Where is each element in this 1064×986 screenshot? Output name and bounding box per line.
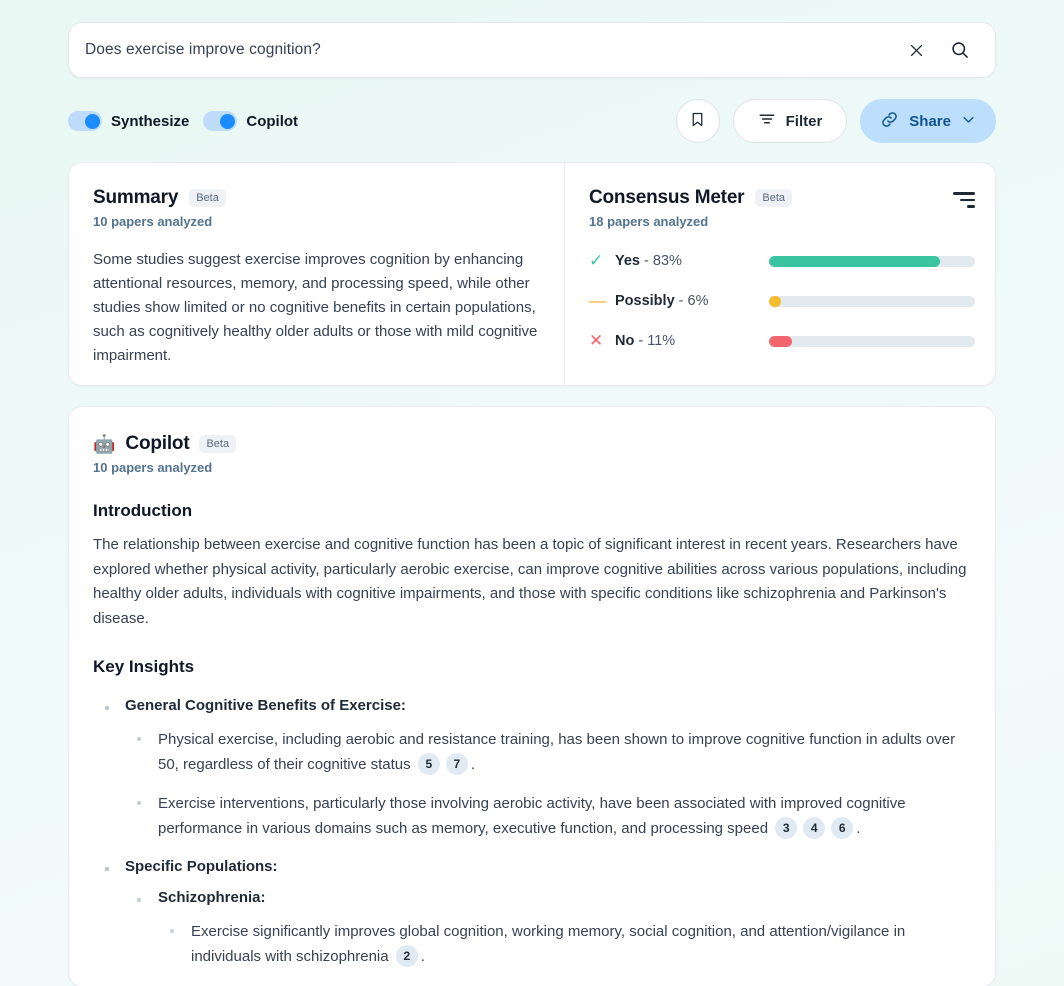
x-icon: ✕ [589, 331, 604, 350]
insight-group: General Cognitive Benefits of Exercise: P… [93, 697, 971, 841]
copilot-label: Copilot [246, 112, 299, 130]
copilot-title: Copilot [125, 433, 190, 454]
copilot-switch[interactable] [203, 111, 238, 131]
copilot-header: 🤖 Copilot Beta [93, 433, 971, 455]
toggle-copilot[interactable]: Copilot [203, 111, 298, 131]
citation-chip[interactable]: 2 [395, 945, 418, 968]
consensus-row-no[interactable]: ✕ No - 11% [589, 330, 975, 352]
citation-chip[interactable]: 7 [445, 753, 468, 776]
filter-label: Filter [785, 112, 823, 130]
insight-point-text: Physical exercise, including aerobic and… [158, 731, 956, 773]
summary-papers-count: 10 papers analyzed [93, 214, 213, 229]
search-bar[interactable] [68, 22, 996, 78]
insight-group: Specific Populations: Schizophrenia: Exerc… [93, 858, 971, 969]
consensus-header: Consensus Meter Beta [589, 187, 975, 209]
summary-header: Summary Beta [93, 187, 540, 209]
bookmark-icon [689, 111, 706, 131]
synthesize-switch[interactable] [68, 111, 102, 131]
consensus-meter-rows: ✓ Yes - 83% — Possibly - 6% ✕ No - 11% [589, 250, 975, 352]
consensus-row-label: Yes - 83% [615, 253, 682, 269]
summary-title: Summary [93, 187, 179, 208]
consensus-row-fill [769, 335, 792, 347]
insight-group-title: Specific Populations: [125, 858, 278, 875]
bookmark-button[interactable] [675, 99, 720, 143]
insight-point-text: Exercise significantly improves global c… [191, 923, 906, 965]
toolbar-actions: Filter Share [675, 99, 996, 143]
insight-point: Physical exercise, including aerobic and… [125, 728, 971, 777]
toolbar: Synthesize Copilot Filter Share [68, 98, 996, 144]
link-icon [880, 110, 899, 133]
search-input[interactable] [85, 41, 899, 59]
consensus-row-track [769, 255, 975, 267]
share-label: Share [909, 112, 951, 130]
consensus-panel: Consensus Meter Beta 18 papers analyzed … [565, 163, 995, 385]
consensus-beta-badge: Beta [755, 189, 793, 207]
insight-sublist: Schizophrenia: Exercise significantly imp… [125, 889, 971, 969]
insight-point-suffix: . [420, 947, 425, 965]
consensus-row-yes[interactable]: ✓ Yes - 83% [589, 250, 975, 272]
insight-sub-sublist: Exercise significantly improves global c… [158, 920, 971, 969]
page-root: Synthesize Copilot [0, 22, 1064, 986]
synthesize-label: Synthesize [111, 112, 190, 130]
summary-panel: Summary Beta 10 papers analyzed Some stu… [69, 163, 565, 385]
dash-icon: — [589, 291, 606, 310]
consensus-filter-icon[interactable] [945, 187, 975, 213]
insight-point-suffix: . [470, 755, 475, 773]
introduction-text: The relationship between exercise and co… [93, 536, 967, 627]
consensus-row-track [769, 335, 975, 347]
check-icon: ✓ [589, 251, 604, 270]
copilot-papers-count: 10 papers analyzed [93, 460, 213, 475]
share-button[interactable]: Share [860, 99, 996, 143]
citation-chip[interactable]: 5 [417, 753, 440, 776]
consensus-row-possibly[interactable]: — Possibly - 6% [589, 290, 975, 312]
search-submit-button[interactable] [943, 33, 977, 67]
insight-group-title: General Cognitive Benefits of Exercise: [125, 697, 406, 714]
citation-chip[interactable]: 6 [831, 817, 854, 840]
consensus-row-track [769, 295, 975, 307]
consensus-row-label: Possibly - 6% [615, 293, 709, 309]
insight-point: Exercise interventions, particularly tho… [125, 792, 971, 841]
consensus-row-fill [769, 255, 940, 267]
toggle-synthesize[interactable]: Synthesize [68, 111, 189, 131]
insight-subgroup-title: Schizophrenia: [158, 889, 266, 906]
consensus-title: Consensus Meter [589, 187, 745, 208]
insight-point-suffix: . [856, 819, 861, 837]
insight-point: Exercise significantly improves global c… [158, 920, 971, 969]
robot-icon: 🤖 [93, 434, 116, 454]
consensus-papers-count: 18 papers analyzed [589, 214, 709, 229]
citation-chip[interactable]: 4 [803, 817, 826, 840]
chevron-down-icon [961, 112, 976, 131]
summary-beta-badge: Beta [189, 189, 226, 207]
summary-consensus-card: Summary Beta 10 papers analyzed Some stu… [68, 162, 996, 386]
citation-chip[interactable]: 3 [775, 817, 798, 840]
key-insights-heading: Key Insights [93, 657, 195, 676]
copilot-beta-badge: Beta [199, 435, 237, 453]
consensus-row-label: No - 11% [615, 333, 676, 349]
insight-subgroup: Schizophrenia: Exercise significantly imp… [125, 889, 971, 969]
introduction-heading: Introduction [93, 501, 193, 520]
filter-icon [758, 110, 776, 132]
consensus-row-fill [769, 295, 782, 307]
toggle-group-container: Synthesize Copilot [68, 111, 298, 131]
summary-body-text: Some studies suggest exercise improves c… [93, 251, 538, 364]
key-insights-list: General Cognitive Benefits of Exercise: P… [93, 697, 971, 969]
clear-search-button[interactable] [899, 33, 933, 67]
filter-button[interactable]: Filter [732, 99, 848, 143]
copilot-card: 🤖 Copilot Beta 10 papers analyzed Introd… [68, 406, 996, 986]
insight-sublist: Physical exercise, including aerobic and… [125, 728, 971, 841]
